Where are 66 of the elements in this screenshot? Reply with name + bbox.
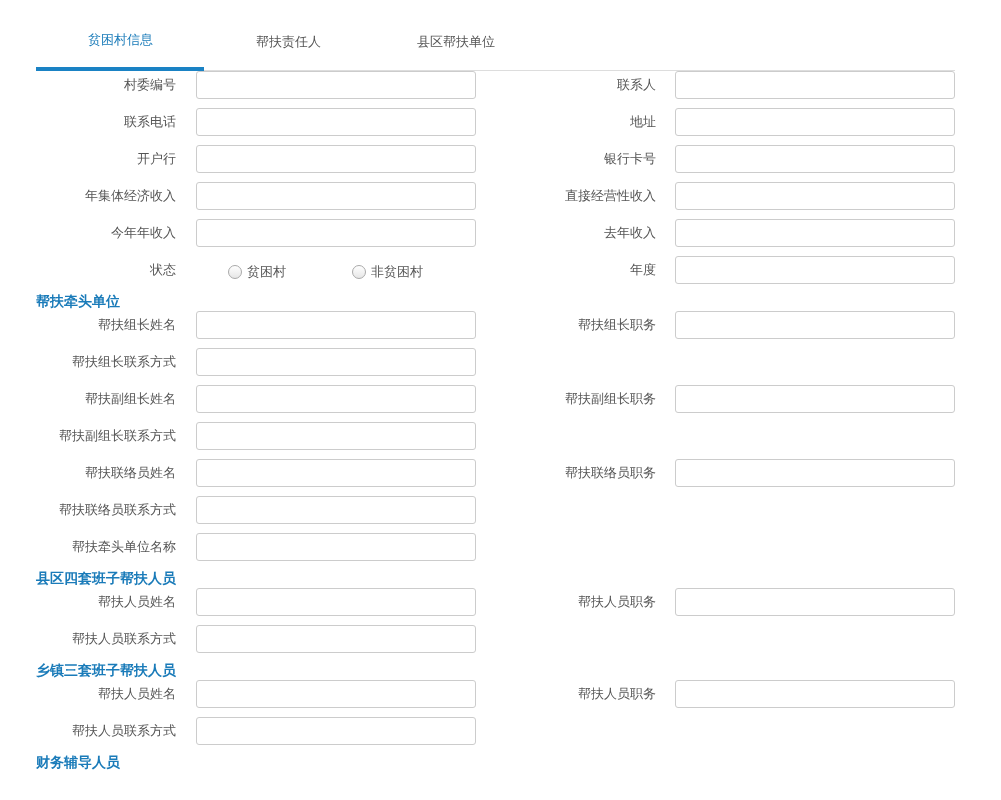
input-field[interactable] <box>196 71 476 99</box>
field-label: 今年年收入 <box>111 224 176 242</box>
field-label: 帮扶人员姓名 <box>98 685 176 703</box>
field-label: 地址 <box>630 113 656 131</box>
field-label: 状态 <box>150 261 176 279</box>
field-label: 帮扶组长联系方式 <box>72 353 176 371</box>
radio-button[interactable] <box>352 265 366 279</box>
input-field[interactable] <box>675 385 955 413</box>
field-label: 帮扶联络员联系方式 <box>59 501 176 519</box>
field-label: 帮扶人员职务 <box>578 593 656 611</box>
field-label: 开户行 <box>137 150 176 168</box>
field-label: 帮扶联络员姓名 <box>85 464 176 482</box>
radio-label: 贫困村 <box>247 263 286 281</box>
field-label: 联系电话 <box>124 113 176 131</box>
input-field[interactable] <box>196 533 476 561</box>
field-label: 帮扶副组长职务 <box>565 390 656 408</box>
input-field[interactable] <box>675 71 955 99</box>
radio-button[interactable] <box>228 265 242 279</box>
section-heading: 帮扶牵头单位 <box>36 292 121 311</box>
input-field[interactable] <box>196 496 476 524</box>
input-field[interactable] <box>196 422 476 450</box>
tab[interactable]: 贫困村信息 <box>36 0 204 71</box>
field-label: 帮扶副组长联系方式 <box>59 427 176 445</box>
field-label: 直接经营性收入 <box>565 187 656 205</box>
input-field[interactable] <box>675 145 955 173</box>
field-label: 帮扶人员职务 <box>578 685 656 703</box>
field-label: 去年收入 <box>604 224 656 242</box>
input-field[interactable] <box>675 311 955 339</box>
tab[interactable]: 帮扶责任人 <box>204 0 372 70</box>
input-field[interactable] <box>675 459 955 487</box>
input-field[interactable] <box>196 717 476 745</box>
input-field[interactable] <box>196 311 476 339</box>
field-label: 联系人 <box>617 76 656 94</box>
field-label: 年度 <box>630 261 656 279</box>
field-label: 帮扶联络员职务 <box>565 464 656 482</box>
field-label: 帮扶人员联系方式 <box>72 722 176 740</box>
input-field[interactable] <box>196 348 476 376</box>
input-field[interactable] <box>196 219 476 247</box>
field-label: 帮扶副组长姓名 <box>85 390 176 408</box>
input-field[interactable] <box>196 625 476 653</box>
input-field[interactable] <box>196 145 476 173</box>
input-field[interactable] <box>196 108 476 136</box>
input-field[interactable] <box>196 385 476 413</box>
field-label: 帮扶组长职务 <box>578 316 656 334</box>
input-field[interactable] <box>196 588 476 616</box>
field-label: 村委编号 <box>124 76 176 94</box>
field-label: 银行卡号 <box>604 150 656 168</box>
section-heading: 财务辅导人员 <box>36 753 121 772</box>
tab[interactable]: 县区帮扶单位 <box>372 0 540 70</box>
radio-label: 非贫困村 <box>371 263 423 281</box>
input-field[interactable] <box>675 182 955 210</box>
field-label: 帮扶组长姓名 <box>98 316 176 334</box>
field-label: 帮扶人员联系方式 <box>72 630 176 648</box>
field-label: 帮扶人员姓名 <box>98 593 176 611</box>
input-field[interactable] <box>196 182 476 210</box>
input-field[interactable] <box>675 256 955 284</box>
section-heading: 县区四套班子帮扶人员 <box>36 569 177 588</box>
field-label: 帮扶牵头单位名称 <box>72 538 176 556</box>
input-field[interactable] <box>675 108 955 136</box>
section-heading: 乡镇三套班子帮扶人员 <box>36 661 177 680</box>
input-field[interactable] <box>196 459 476 487</box>
input-field[interactable] <box>675 219 955 247</box>
field-label: 年集体经济收入 <box>85 187 176 205</box>
input-field[interactable] <box>675 588 955 616</box>
input-field[interactable] <box>675 680 955 708</box>
input-field[interactable] <box>196 680 476 708</box>
